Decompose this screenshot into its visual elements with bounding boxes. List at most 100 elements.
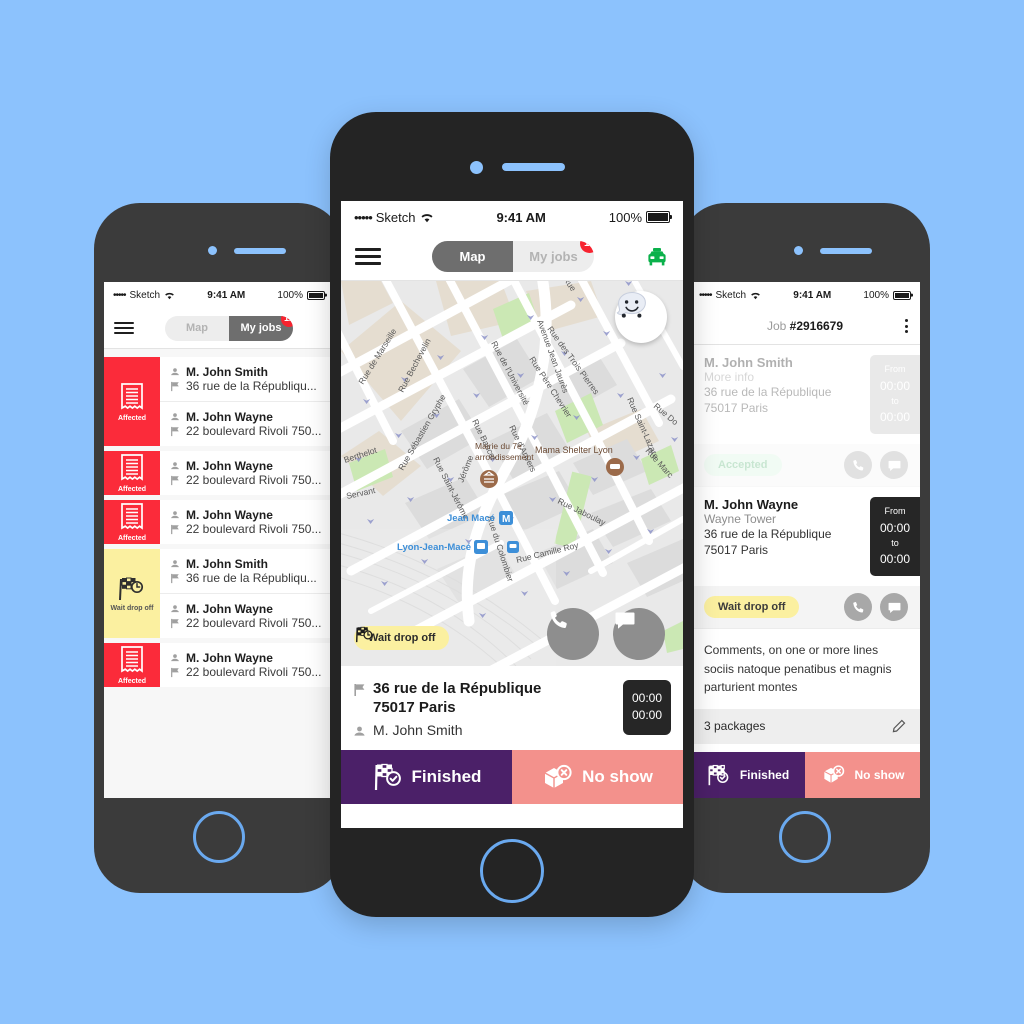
- status-carrier-group: ••••• Sketch: [354, 210, 434, 225]
- person-icon: [171, 560, 179, 568]
- flag-icon: [171, 381, 179, 391]
- job-row[interactable]: M. John Wayne 22 boulevard Rivoli 750...: [160, 643, 334, 687]
- phone-device-center: ••••• Sketch 9:41 AM 100% Map My jobs 12: [330, 112, 694, 917]
- svg-text:Mairie du 7e: Mairie du 7e: [475, 441, 522, 451]
- current-job-card[interactable]: 36 rue de la République 75017 Paris M. J…: [341, 666, 683, 750]
- job-person-name: M. John Wayne: [186, 410, 273, 424]
- hamburger-menu-icon[interactable]: [355, 248, 381, 265]
- my-jobs-badge: 12: [281, 315, 293, 327]
- carrier-label: Sketch: [375, 209, 416, 225]
- camera-dot: [470, 161, 483, 174]
- job-person-name: M. John Smith: [186, 557, 268, 571]
- job-row[interactable]: M. John Wayne 22 boulevard Rivoli 750...: [160, 594, 334, 638]
- screen-left: ••••• Sketch 9:41 AM 100% Map My jobs 12: [104, 282, 334, 798]
- flag-icon: [171, 667, 179, 677]
- hamburger-menu-icon[interactable]: [114, 322, 134, 334]
- tab-map[interactable]: Map: [432, 241, 513, 272]
- finished-button[interactable]: Finished: [341, 750, 512, 804]
- view-toggle-left[interactable]: Map My jobs 12: [165, 315, 293, 341]
- job-card[interactable]: Affected M. John Smith 36 rue de la Républ…: [104, 357, 334, 446]
- job-row[interactable]: M. John Smith 36 rue de la Républiqu...: [160, 357, 334, 402]
- action-bar-right: Finished No show: [690, 752, 920, 798]
- message-button[interactable]: [880, 593, 908, 621]
- earpiece-speaker: [234, 248, 286, 254]
- svg-text:Lyon-Jean-Macé: Lyon-Jean-Macé: [397, 542, 471, 553]
- phone-device-right: ••••• Sketch 9:41 AM 100% Job #2916679 M…: [680, 203, 930, 893]
- job-stop-card[interactable]: M. John Wayne Wayne Tower 36 rue de la Rép…: [690, 487, 920, 629]
- screen-center: ••••• Sketch 9:41 AM 100% Map My jobs 12: [341, 201, 683, 828]
- checkered-flag-clock-icon: [119, 577, 144, 600]
- job-row[interactable]: M. John Wayne 22 boulevard Rivoli 750...: [160, 500, 334, 544]
- current-job-info: 36 rue de la République 75017 Paris M. J…: [353, 680, 623, 738]
- battery-percent: 100%: [608, 209, 642, 225]
- person-icon: [171, 413, 179, 421]
- more-options-icon[interactable]: [905, 319, 908, 333]
- status-pill-wait-drop-off[interactable]: Wait drop off: [354, 626, 450, 650]
- person-icon: [171, 511, 179, 519]
- tab-map[interactable]: Map: [165, 316, 229, 341]
- flag-icon: [171, 524, 179, 534]
- wifi-icon: [165, 292, 174, 299]
- job-detail-body: M. John Smith More info 36 rue de la Répub…: [690, 345, 920, 744]
- job-row[interactable]: M. John Wayne 22 boulevard Rivoli 750...: [160, 402, 334, 446]
- home-button[interactable]: [480, 839, 544, 903]
- job-rows: M. John Smith 36 rue de la Républiqu... M.…: [160, 357, 334, 446]
- flag-icon: [171, 426, 179, 436]
- job-person-name: M. John Wayne: [186, 459, 273, 473]
- job-row[interactable]: M. John Wayne 22 boulevard Rivoli 750...: [160, 451, 334, 495]
- job-rows: M. John Wayne 22 boulevard Rivoli 750...: [160, 643, 334, 687]
- job-person-line: M. John Smith: [170, 365, 334, 379]
- job-address-line: 22 boulevard Rivoli 750...: [170, 473, 334, 487]
- call-button[interactable]: [547, 608, 599, 660]
- action-bar-center: Finished No show: [341, 750, 683, 804]
- call-button[interactable]: [844, 451, 872, 479]
- contact-buttons: [844, 451, 908, 479]
- person-line: M. John Smith: [353, 722, 623, 738]
- receipt-icon: [121, 382, 143, 410]
- status-bar-left: ••••• Sketch 9:41 AM 100%: [104, 282, 334, 308]
- signal-dots-icon: •••••: [699, 289, 712, 301]
- pencil-icon[interactable]: [891, 719, 906, 734]
- home-button[interactable]: [193, 811, 245, 863]
- wifi-icon: [751, 292, 760, 299]
- job-address: 22 boulevard Rivoli 750...: [186, 616, 322, 630]
- battery-icon: [893, 290, 911, 300]
- job-title-prefix: Job: [766, 319, 790, 333]
- job-status-strip: Affected: [104, 357, 160, 446]
- job-stop-address-1: 36 rue de la République: [704, 385, 832, 399]
- job-rows: M. John Wayne 22 boulevard Rivoli 750...: [160, 451, 334, 495]
- call-button[interactable]: [844, 593, 872, 621]
- waze-icon[interactable]: [615, 291, 667, 343]
- message-icon: [888, 602, 900, 613]
- phone-device-left: ••••• Sketch 9:41 AM 100% Map My jobs 12: [94, 203, 344, 893]
- receipt-icon: [121, 454, 143, 481]
- address-line: 36 rue de la République 75017 Paris: [353, 680, 623, 718]
- no-show-button[interactable]: No show: [512, 750, 683, 804]
- status-battery-group: 100%: [609, 210, 670, 225]
- finished-button[interactable]: Finished: [690, 752, 805, 798]
- job-status-label: Affected: [117, 414, 146, 422]
- job-list[interactable]: Affected M. John Smith 36 rue de la Républ…: [104, 349, 334, 798]
- job-stop-actions: Wait drop off: [690, 586, 920, 628]
- signal-dots-icon: •••••: [113, 289, 126, 301]
- packages-row[interactable]: 3 packages: [690, 708, 920, 744]
- job-card[interactable]: Wait drop off M. John Smith 36 rue de la R…: [104, 549, 334, 638]
- job-card[interactable]: Affected M. John Wayne 22 boulevard Rivoli…: [104, 500, 334, 544]
- message-button[interactable]: [880, 451, 908, 479]
- map-view[interactable]: Rue de Marseille Rue Bechevelin Rue de l…: [341, 281, 683, 666]
- job-person-line: M. John Wayne: [170, 459, 334, 473]
- no-show-button[interactable]: No show: [805, 752, 920, 798]
- view-toggle-center[interactable]: Map My jobs 12: [432, 241, 594, 272]
- status-bar-right: ••••• Sketch 9:41 AM 100%: [690, 282, 920, 308]
- message-button[interactable]: [613, 608, 665, 660]
- job-address-line: 22 boulevard Rivoli 750...: [170, 424, 334, 438]
- job-stop-card[interactable]: M. John Smith More info 36 rue de la Répub…: [690, 345, 920, 487]
- job-status-label: Wait drop off: [110, 604, 154, 612]
- taxi-icon[interactable]: [645, 247, 669, 267]
- home-button[interactable]: [779, 811, 831, 863]
- job-stop-address-1: 36 rue de la République: [704, 527, 832, 541]
- job-card[interactable]: Affected M. John Wayne 22 boulevard Rivoli…: [104, 451, 334, 495]
- address-line-2: 75017 Paris: [373, 698, 456, 716]
- job-row[interactable]: M. John Smith 36 rue de la Républiqu...: [160, 549, 334, 594]
- job-card[interactable]: Affected M. John Wayne 22 boulevard Rivoli…: [104, 643, 334, 687]
